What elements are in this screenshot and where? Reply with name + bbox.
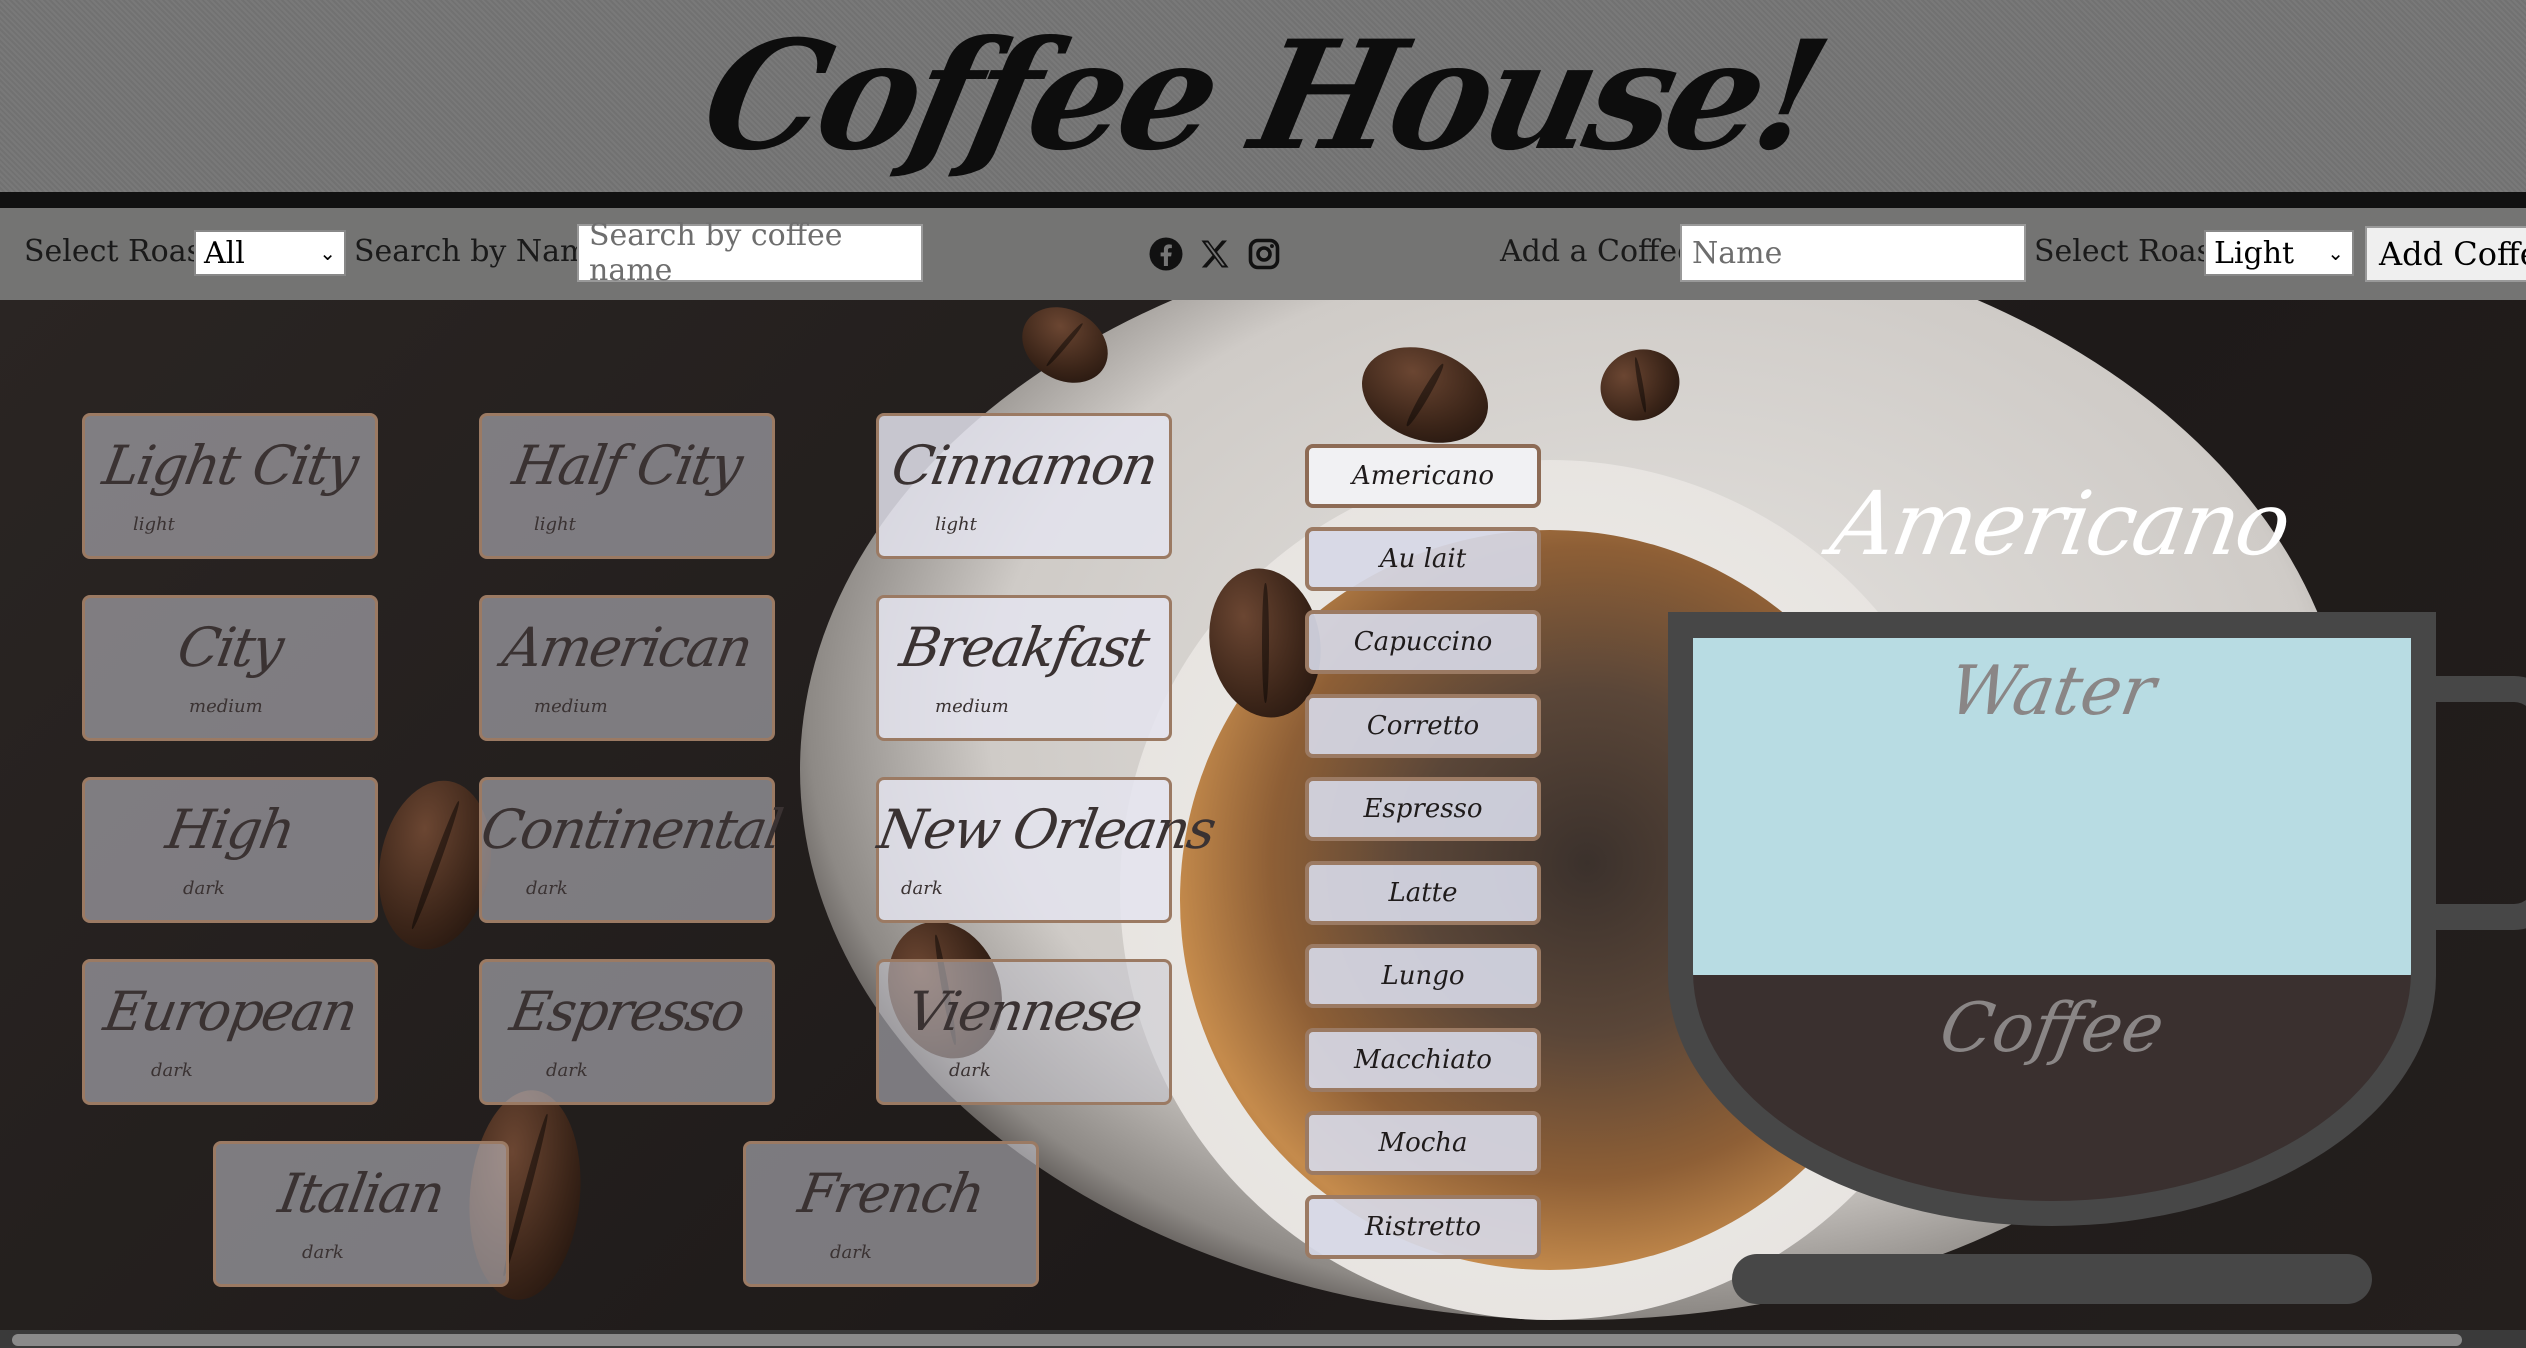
drink-button-corretto[interactable]: Corretto	[1305, 694, 1541, 758]
coffee-card[interactable]: Half City light	[479, 413, 775, 559]
coffee-name: Breakfast	[895, 616, 1153, 679]
add-coffee-name-placeholder: Name	[1692, 235, 1783, 271]
coffee-card[interactable]: Breakfast medium	[876, 595, 1172, 741]
coffee-name: French	[793, 1162, 989, 1225]
coffee-roast: light	[935, 514, 977, 535]
add-coffee-button[interactable]: Add Coffee	[2365, 226, 2526, 282]
coffee-name: Continental	[476, 798, 786, 861]
coffee-card[interactable]: Continental dark	[476, 777, 786, 923]
coffee-name: New Orleans	[873, 798, 1220, 861]
coffee-card[interactable]: Viennese dark	[876, 959, 1172, 1105]
coffee-roast: medium	[189, 696, 263, 717]
layer-coffee: Coffee	[1693, 975, 2411, 1201]
coffee-card[interactable]: Light City light	[82, 413, 378, 559]
add-coffee-name-input[interactable]: Name	[1680, 224, 2026, 282]
layer-water: Water	[1693, 638, 2411, 975]
recipe-cup: Water Coffee	[1668, 612, 2436, 1226]
coffee-card[interactable]: Espresso dark	[479, 959, 775, 1105]
coffee-card[interactable]: European dark	[82, 959, 378, 1105]
drink-button-macchiato[interactable]: Macchiato	[1305, 1028, 1541, 1092]
coffee-roast: light	[534, 514, 576, 535]
coffee-roast: dark	[183, 878, 225, 899]
facebook-icon[interactable]	[1148, 236, 1184, 280]
coffee-roast: light	[133, 514, 175, 535]
instagram-icon[interactable]	[1246, 236, 1282, 280]
coffee-roast: dark	[526, 878, 568, 899]
coffee-card[interactable]: American medium	[479, 595, 775, 741]
coffee-name: High	[161, 798, 299, 861]
cup-saucer	[1732, 1254, 2372, 1304]
drink-button-capuccino[interactable]: Capuccino	[1305, 610, 1541, 674]
x-icon[interactable]	[1197, 236, 1233, 280]
coffee-card[interactable]: New Orleans dark	[873, 777, 1220, 923]
drink-button-latte[interactable]: Latte	[1305, 861, 1541, 925]
coffee-roast: dark	[546, 1060, 588, 1081]
drink-button-ristretto[interactable]: Ristretto	[1305, 1195, 1541, 1259]
coffee-roast: medium	[935, 696, 1009, 717]
coffee-name: Half City	[508, 434, 746, 497]
drink-button-lungo[interactable]: Lungo	[1305, 944, 1541, 1008]
chevron-down-icon: ⌄	[319, 241, 336, 265]
page-title: Coffee House!	[689, 8, 1837, 184]
add-coffee-label: Add a Coffee!	[1500, 234, 1707, 269]
coffee-card[interactable]: Italian dark	[213, 1141, 509, 1287]
coffee-roast: dark	[949, 1060, 991, 1081]
chevron-down-icon: ⌄	[2327, 241, 2344, 265]
filter-roast-value: All	[204, 235, 245, 271]
coffee-card[interactable]: Cinnamon light	[876, 413, 1172, 559]
coffee-roast: dark	[302, 1242, 344, 1263]
search-placeholder: Search by coffee name	[589, 218, 843, 288]
drink-button-mocha[interactable]: Mocha	[1305, 1111, 1541, 1175]
cup-inner: Water Coffee	[1693, 638, 2411, 1201]
social-links	[1148, 236, 1282, 280]
drink-button-au-lait[interactable]: Au lait	[1305, 527, 1541, 591]
layer-label-water: Water	[1942, 652, 2162, 731]
header-divider	[0, 192, 2526, 208]
coffee-name: European	[99, 980, 361, 1043]
coffee-name: City	[173, 616, 287, 679]
drink-button-americano[interactable]: Americano	[1305, 444, 1541, 508]
drink-button-espresso[interactable]: Espresso	[1305, 777, 1541, 841]
filter-roast-select[interactable]: All ⌄	[194, 230, 346, 276]
coffee-name: American	[498, 616, 756, 679]
coffee-name: Cinnamon	[887, 434, 1161, 497]
coffee-name: Viennese	[902, 980, 1146, 1043]
coffee-name: Light City	[98, 434, 362, 497]
coffee-name: Italian	[274, 1162, 448, 1225]
layer-label-coffee: Coffee	[1934, 989, 2170, 1068]
coffee-roast: medium	[534, 696, 608, 717]
coffee-card[interactable]: French dark	[743, 1141, 1039, 1287]
search-input[interactable]: Search by coffee name	[577, 218, 923, 288]
coffee-roast: dark	[901, 878, 943, 899]
recipe-title: Americano	[1824, 472, 2296, 575]
coffee-roast: dark	[151, 1060, 193, 1081]
coffee-card[interactable]: City medium	[82, 595, 378, 741]
scrollbar-thumb[interactable]	[12, 1334, 2462, 1346]
coffee-card[interactable]: High dark	[82, 777, 378, 923]
coffee-name: Espresso	[505, 980, 749, 1043]
coffee-roast: dark	[830, 1242, 872, 1263]
site-header: Coffee House!	[0, 0, 2526, 192]
add-roast-value: Light	[2214, 235, 2295, 271]
add-roast-select[interactable]: Light ⌄	[2204, 230, 2354, 276]
